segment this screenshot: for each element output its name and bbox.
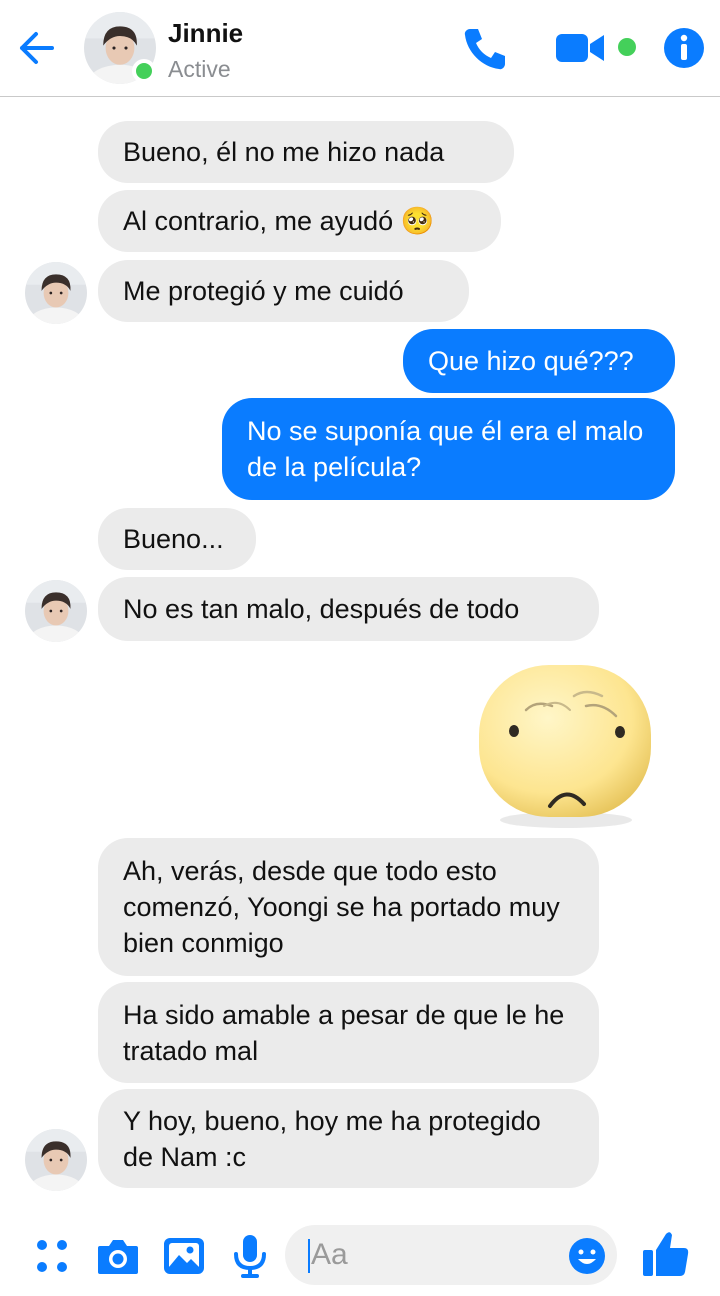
message-input[interactable]: Aa: [285, 1225, 617, 1285]
sender-avatar[interactable]: [25, 1129, 87, 1191]
contact-status: Active: [168, 56, 231, 82]
message-input-placeholder: Aa: [311, 1238, 348, 1271]
menu-dots-icon: [37, 1240, 67, 1272]
info-button[interactable]: [662, 26, 706, 70]
text-caret: [308, 1239, 310, 1273]
camera-icon: [98, 1240, 138, 1274]
message-bubble-outgoing[interactable]: Que hizo qué???: [403, 329, 675, 393]
microphone-icon: [234, 1235, 266, 1278]
voice-call-button[interactable]: [460, 24, 510, 74]
info-icon: [664, 28, 704, 68]
message-bubble-incoming[interactable]: No es tan malo, después de todo: [98, 577, 599, 641]
back-button[interactable]: [14, 26, 58, 70]
phone-icon: [464, 29, 505, 70]
gallery-button[interactable]: [160, 1232, 208, 1280]
message-bubble-incoming[interactable]: Y hoy, bueno, hoy me ha protegido de Nam…: [98, 1089, 599, 1188]
like-button[interactable]: [640, 1228, 692, 1280]
emoji-icon: [569, 1238, 605, 1274]
thumbs-up-icon: [643, 1232, 689, 1276]
image-icon: [164, 1238, 204, 1274]
message-bubble-incoming[interactable]: Ha sido amable a pesar de que le he trat…: [98, 982, 599, 1083]
contact-name[interactable]: Jinnie: [168, 18, 243, 49]
back-arrow-icon: [20, 32, 54, 64]
online-indicator: [132, 59, 156, 83]
video-call-button[interactable]: [554, 28, 608, 68]
emoji-button[interactable]: [567, 1236, 607, 1276]
message-bubble-incoming[interactable]: Me protegió y me cuidó: [98, 260, 469, 322]
sender-avatar[interactable]: [25, 580, 87, 642]
voice-message-button[interactable]: [226, 1232, 274, 1280]
worried-face-sticker[interactable]: [474, 660, 656, 832]
message-composer: Aa: [0, 1214, 720, 1296]
message-bubble-incoming[interactable]: Bueno, él no me hizo nada: [98, 121, 514, 183]
message-bubble-incoming[interactable]: Al contrario, me ayudó 🥺: [98, 190, 501, 252]
message-bubble-incoming[interactable]: Ah, verás, desde que todo esto comenzó, …: [98, 838, 599, 976]
message-bubble-outgoing[interactable]: No se suponía que él era el malo de la p…: [222, 398, 675, 500]
camera-button[interactable]: [94, 1232, 142, 1280]
more-actions-button[interactable]: [28, 1232, 76, 1280]
video-camera-icon: [556, 34, 604, 62]
sender-avatar[interactable]: [25, 262, 87, 324]
message-bubble-incoming[interactable]: Bueno...: [98, 508, 256, 570]
video-active-dot: [618, 38, 636, 56]
chat-header: Jinnie Active: [0, 0, 720, 97]
